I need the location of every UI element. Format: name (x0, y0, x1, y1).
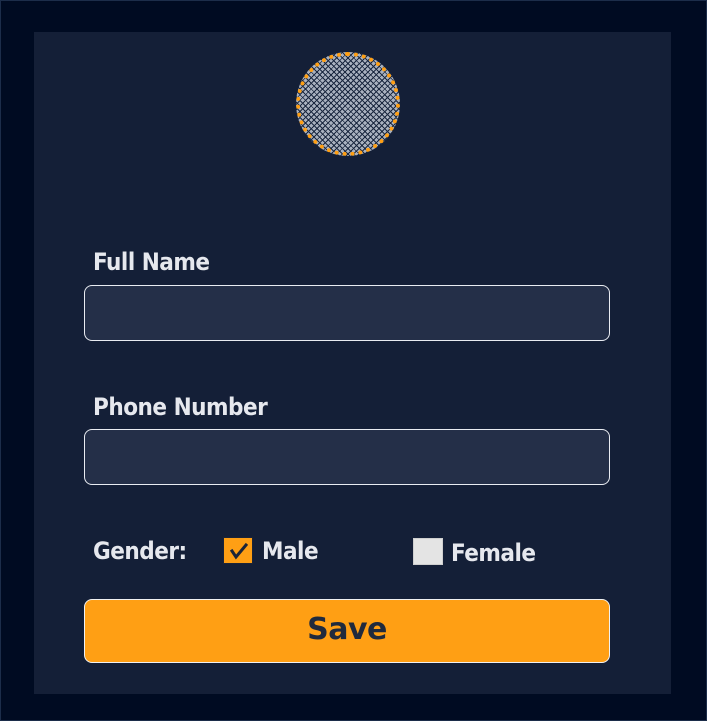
phone-number-input[interactable] (84, 429, 610, 485)
full-name-input[interactable] (84, 285, 610, 341)
save-button[interactable]: Save (84, 599, 610, 663)
gender-label: Gender: (93, 537, 187, 565)
gender-female-checkbox[interactable] (413, 538, 443, 565)
full-name-label: Full Name (93, 248, 210, 276)
phone-number-label: Phone Number (93, 393, 268, 421)
gender-male-label[interactable]: Male (262, 539, 319, 563)
avatar-upload[interactable] (296, 52, 400, 156)
checkmark-icon (230, 542, 248, 560)
gender-female-label[interactable]: Female (451, 541, 536, 565)
gender-male-checkbox[interactable] (223, 537, 253, 564)
profile-form-card: Full Name Phone Number Gender: Male Fema… (34, 32, 671, 694)
